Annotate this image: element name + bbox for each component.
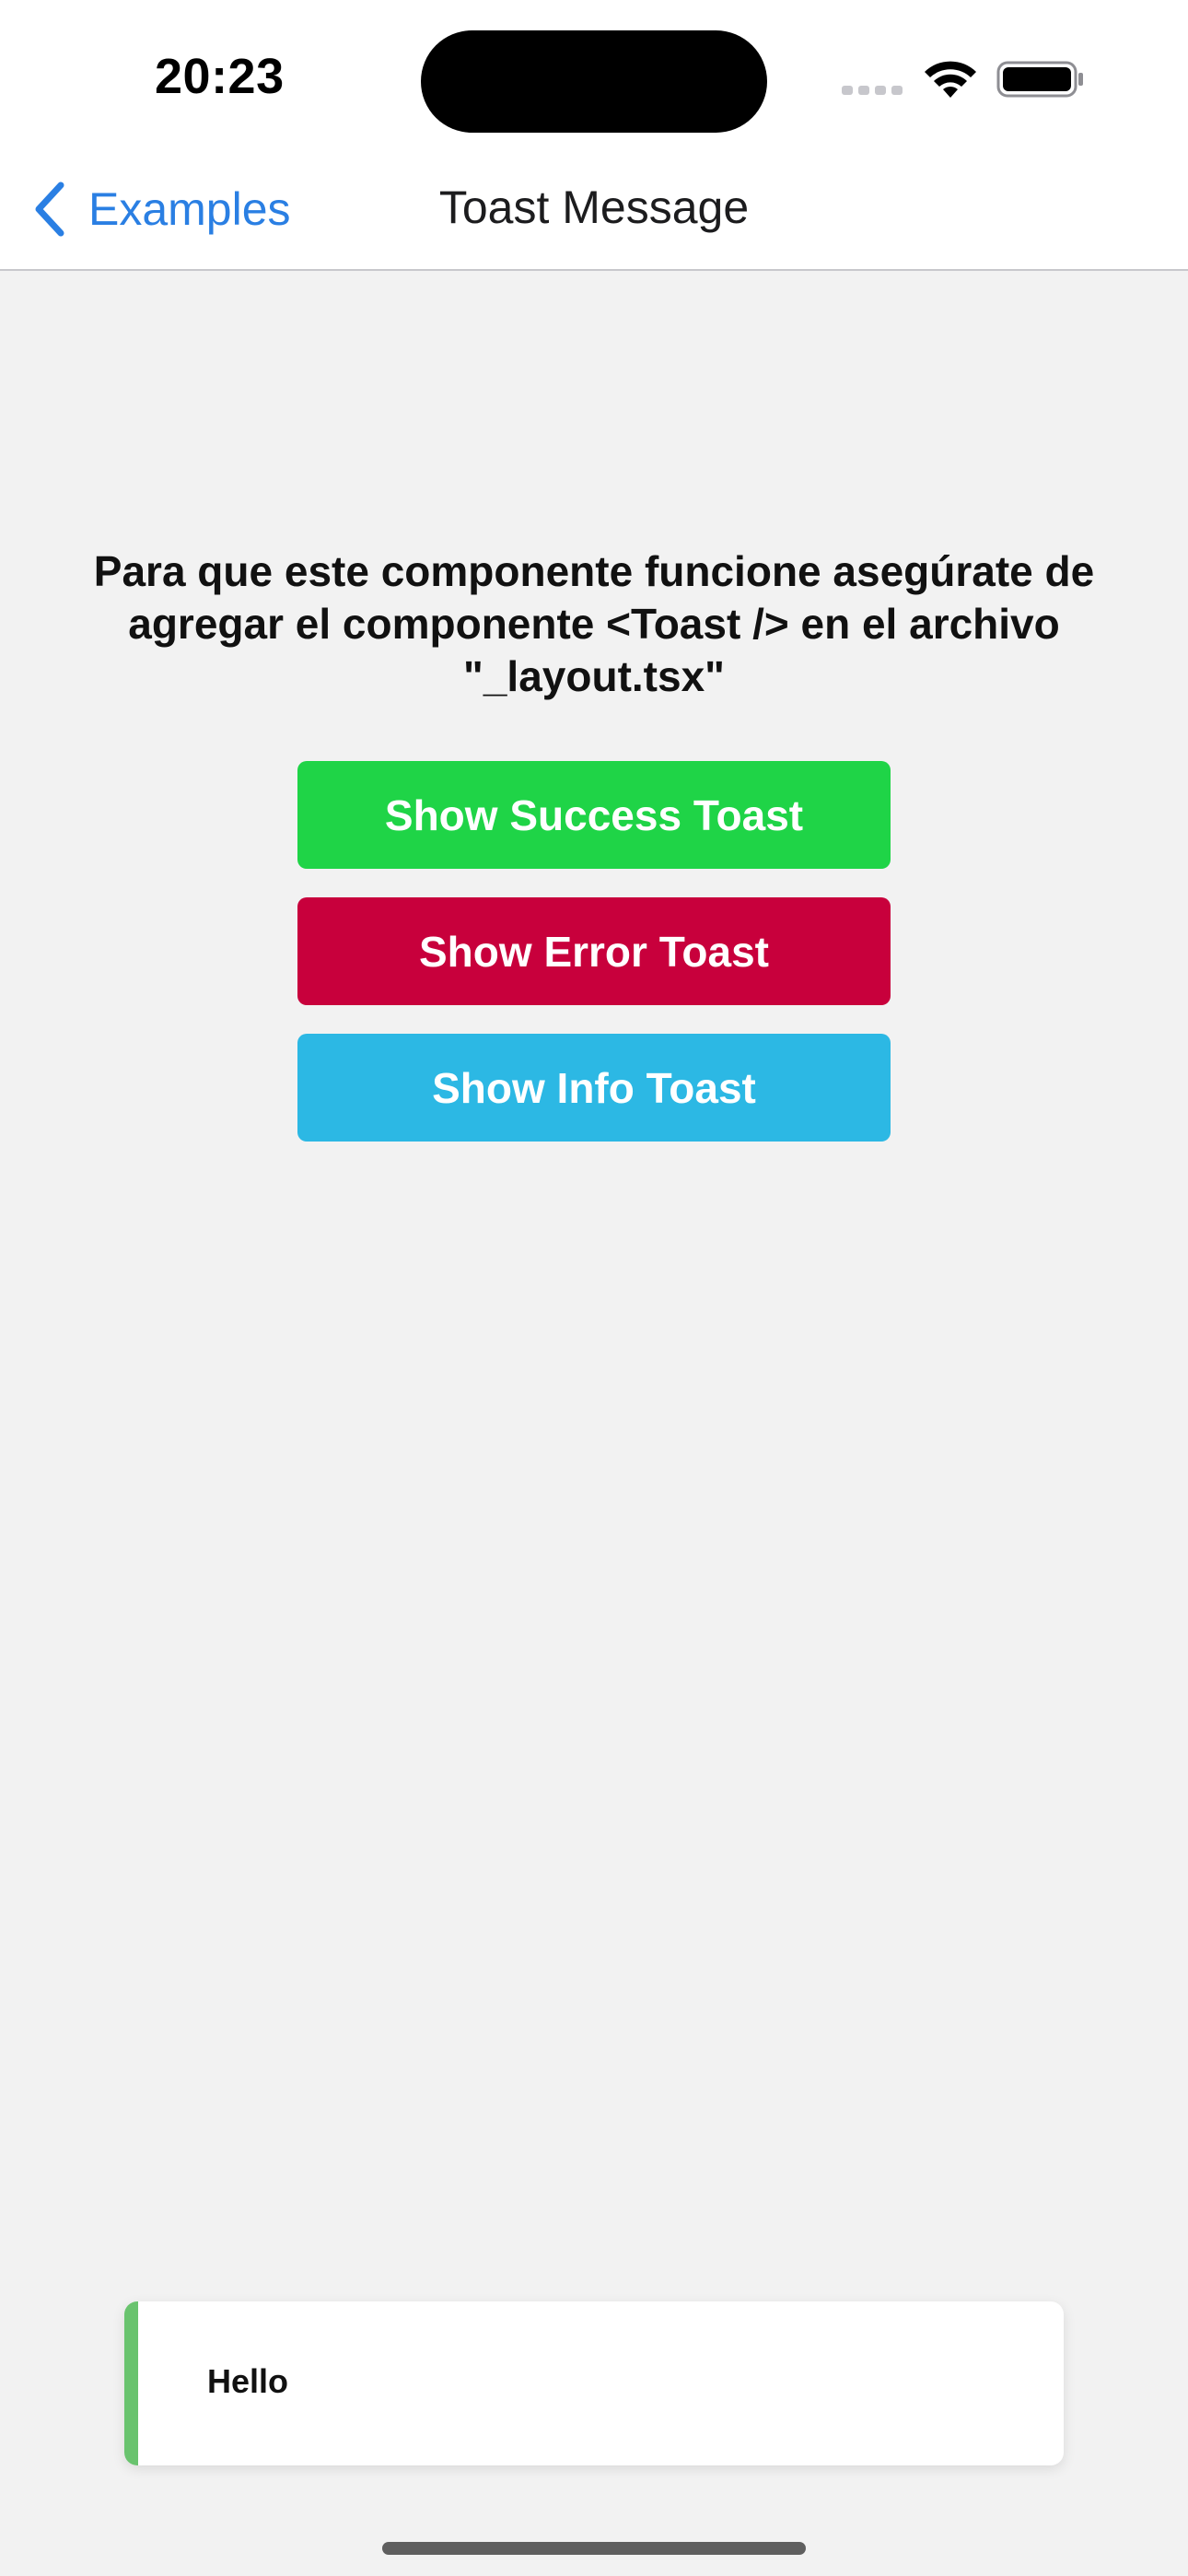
battery-icon (996, 61, 1083, 98)
page-title: Toast Message (438, 181, 750, 233)
toast-accent-bar (124, 2301, 138, 2465)
wifi-icon (925, 61, 976, 98)
header: 20:23 Examples Toast Message (0, 0, 1188, 271)
home-indicator[interactable] (382, 2542, 806, 2555)
status-time: 20:23 (155, 49, 285, 104)
dynamic-island (421, 30, 767, 133)
show-success-toast-button[interactable]: Show Success Toast (297, 761, 891, 869)
show-error-toast-button[interactable]: Show Error Toast (297, 897, 891, 1005)
toast[interactable]: Hello (124, 2301, 1064, 2465)
toast-message: Hello (207, 2362, 289, 2400)
cellular-signal-icon (842, 86, 903, 95)
instruction-text: Para que este componente funcione asegúr… (93, 547, 1095, 700)
show-info-toast-button[interactable]: Show Info Toast (297, 1034, 891, 1142)
